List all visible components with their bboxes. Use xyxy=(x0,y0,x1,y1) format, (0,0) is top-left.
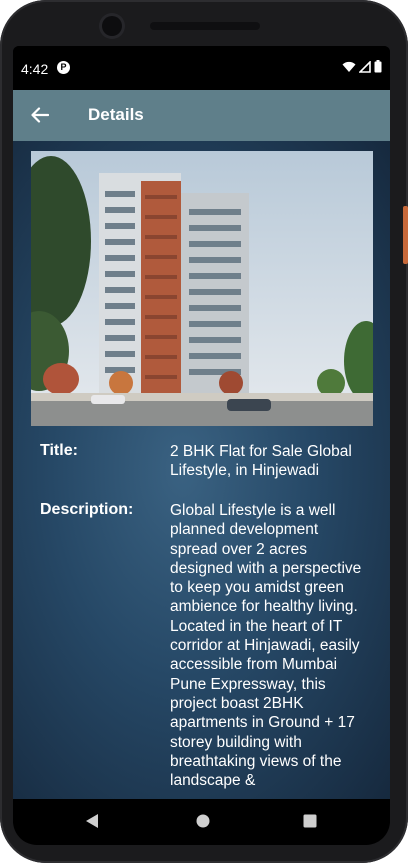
signal-icon xyxy=(359,60,371,73)
title-row: Title: 2 BHK Flat for Sale Global Lifest… xyxy=(40,442,370,484)
status-time: 4:42 xyxy=(21,61,49,77)
battery-icon xyxy=(374,60,382,73)
description-row: Description: Global Lifestyle is a well … xyxy=(40,501,370,799)
front-camera xyxy=(102,16,122,36)
wifi-icon xyxy=(342,61,356,72)
notification-app-icon: P xyxy=(57,61,70,74)
navigation-bar xyxy=(13,799,390,845)
earpiece-speaker xyxy=(150,22,260,30)
side-button[interactable] xyxy=(403,206,408,264)
description-label: Description: xyxy=(40,501,134,518)
status-icons xyxy=(342,60,382,73)
phone-frame: 4:42 P Details Title: 2 BHK Flat for Sal… xyxy=(0,0,408,863)
toolbar-title: Details xyxy=(88,105,144,124)
circle-home-icon[interactable] xyxy=(195,813,211,829)
screen: 4:42 P Details Title: 2 BHK Flat for Sal… xyxy=(13,46,390,827)
property-image xyxy=(31,151,373,426)
title-value: 2 BHK Flat for Sale Global Lifestyle, in… xyxy=(170,443,352,480)
details-content[interactable]: Title: 2 BHK Flat for Sale Global Lifest… xyxy=(13,141,390,799)
arrow-left-icon xyxy=(31,107,49,123)
title-label: Title: xyxy=(40,442,78,459)
description-value: Global Lifestyle is a well planned devel… xyxy=(170,502,362,790)
back-button[interactable] xyxy=(27,102,53,128)
triangle-back-icon[interactable] xyxy=(85,813,99,829)
app-toolbar: Details xyxy=(13,90,390,141)
status-bar: 4:42 P xyxy=(13,46,390,90)
square-recents-icon[interactable] xyxy=(303,813,317,829)
